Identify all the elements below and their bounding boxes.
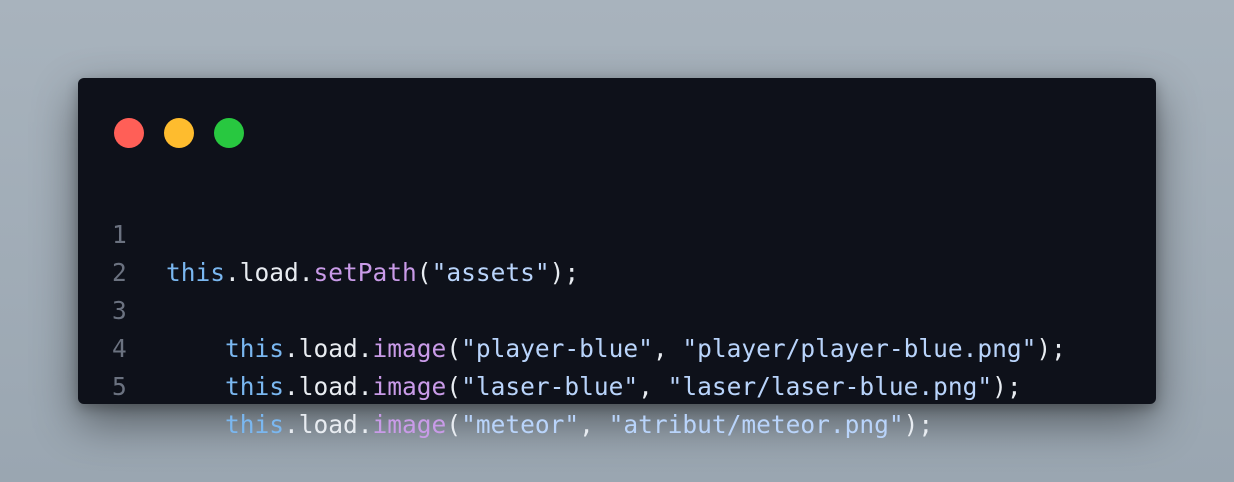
code-window: 1 this.load.setPath("assets"); 2 3 this.… xyxy=(78,78,1156,439)
code-token-plain: ); xyxy=(903,410,934,439)
code-token-plain: , xyxy=(638,372,668,401)
line-source: this.load.image("meteor", "atribut/meteo… xyxy=(166,406,933,444)
close-dot-icon[interactable] xyxy=(114,118,144,148)
code-line: 5 this.load.image("meteor", "atribut/met… xyxy=(78,330,1156,439)
maximize-dot-icon[interactable] xyxy=(214,118,244,148)
code-token-str: "atribut/meteor.png" xyxy=(608,410,904,439)
code-token-plain: ); xyxy=(992,372,1022,401)
code-token-str: "laser/laser-blue.png" xyxy=(667,372,993,401)
line-number: 5 xyxy=(112,372,127,401)
code-block: 1 this.load.setPath("assets"); 2 3 this.… xyxy=(78,178,1156,439)
code-token-plain: ( xyxy=(446,410,462,439)
code-token-plain: .load. xyxy=(284,410,373,439)
code-token-str: "meteor" xyxy=(461,410,580,439)
line-source: this.load.image("laser-blue", "laser/las… xyxy=(166,368,1022,406)
code-token-plain: , xyxy=(579,410,609,439)
code-token-fn: image xyxy=(372,410,447,439)
code-line: 4 this.load.image("laser-blue", "laser/l… xyxy=(78,292,1156,401)
code-line: 2 xyxy=(78,216,1156,287)
code-token-this: this xyxy=(225,372,285,401)
code-token-fn: image xyxy=(372,372,447,401)
code-token-this: this xyxy=(225,410,285,439)
window-controls xyxy=(114,118,244,148)
code-token-str: "laser-blue" xyxy=(461,372,639,401)
code-token-plain: ( xyxy=(446,372,462,401)
code-line: 1 this.load.setPath("assets"); xyxy=(78,178,1156,287)
code-line: 3 this.load.image("player-blue", "player… xyxy=(78,254,1156,363)
minimize-dot-icon[interactable] xyxy=(164,118,194,148)
code-token-plain: .load. xyxy=(284,372,373,401)
